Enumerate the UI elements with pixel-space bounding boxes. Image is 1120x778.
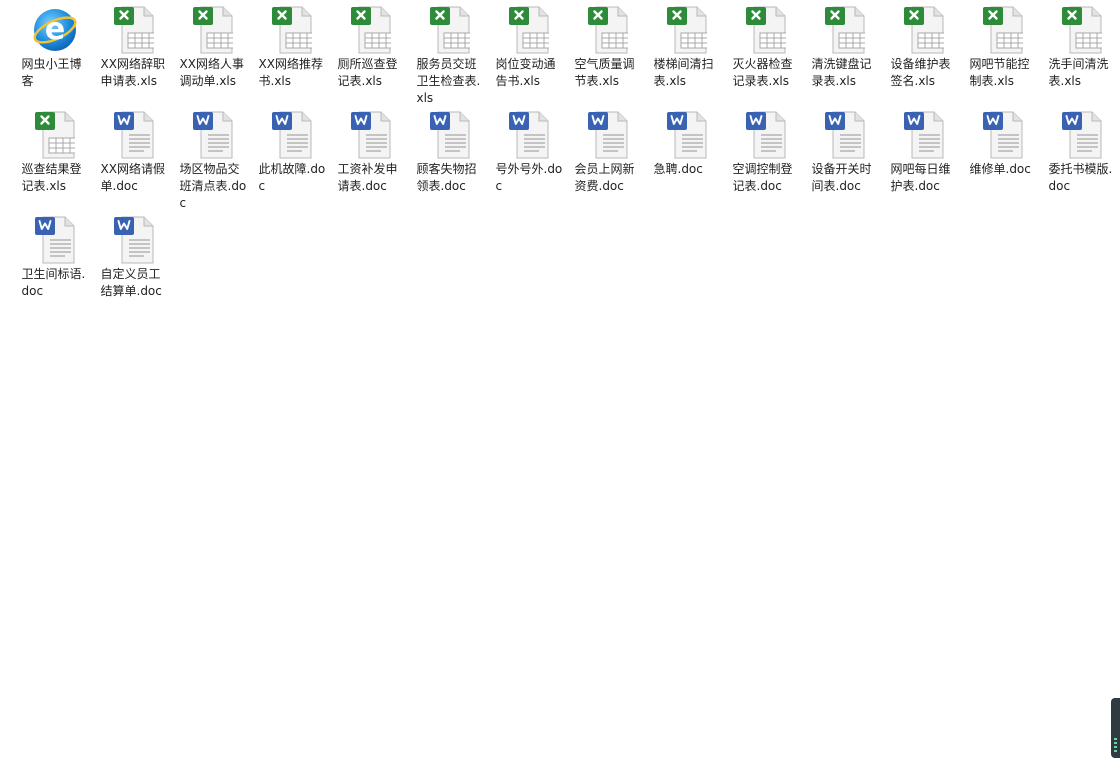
file-item-21[interactable]: 会员上网新资费.doc (568, 111, 647, 216)
file-item-25[interactable]: 网吧每日维护表.doc (884, 111, 963, 216)
file-item-29[interactable]: 自定义员工结算单.doc (94, 216, 173, 321)
file-item-19[interactable]: 顾客失物招领表.doc (410, 111, 489, 216)
excel-file-icon (587, 6, 628, 54)
file-item-24[interactable]: 设备开关时间表.doc (805, 111, 884, 216)
word-file-icon (745, 111, 786, 159)
word-file-icon (429, 111, 470, 159)
word-file-icon (666, 111, 707, 159)
file-name-label: 岗位变动通告书.xls (495, 57, 556, 88)
file-name-label: 网虫小王博客 (21, 57, 82, 88)
file-item-6[interactable]: 岗位变动通告书.xls (489, 6, 568, 111)
file-name-label: XX网络人事调动单.xls (179, 57, 244, 88)
file-item-11[interactable]: 设备维护表签名.xls (884, 6, 963, 111)
file-name-label: 委托书模版.doc (1048, 162, 1113, 193)
file-item-22[interactable]: 急聘.doc (647, 111, 726, 216)
file-item-1[interactable]: XX网络辞职申请表.xls (94, 6, 173, 111)
excel-file-icon (666, 6, 707, 54)
file-name-label: 设备开关时间表.doc (811, 162, 872, 193)
word-file-icon (982, 111, 1023, 159)
file-name-label: 自定义员工结算单.doc (100, 267, 162, 298)
file-name-label: 服务员交班卫生检查表.xls (416, 57, 481, 105)
excel-file-icon (350, 6, 391, 54)
file-item-26[interactable]: 维修单.doc (963, 111, 1042, 216)
file-name-label: 网吧每日维护表.doc (890, 162, 951, 193)
file-name-label: XX网络请假单.doc (100, 162, 165, 193)
excel-file-icon (982, 6, 1023, 54)
file-item-9[interactable]: 灭火器检查记录表.xls (726, 6, 805, 111)
excel-file-icon (271, 6, 312, 54)
file-item-23[interactable]: 空调控制登记表.doc (726, 111, 805, 216)
file-name-label: 顾客失物招领表.doc (416, 162, 477, 193)
internet-explorer-icon: e (32, 6, 78, 54)
file-name-label: 场区物品交班清点表.doc (179, 162, 247, 210)
file-name-label: 卫生间标语.doc (21, 267, 86, 298)
file-item-12[interactable]: 网吧节能控制表.xls (963, 6, 1042, 111)
file-item-0[interactable]: e 网虫小王博客 (15, 6, 94, 111)
word-file-icon (271, 111, 312, 159)
file-name-label: XX网络辞职申请表.xls (100, 57, 165, 88)
file-item-15[interactable]: XX网络请假单.doc (94, 111, 173, 216)
word-file-icon (903, 111, 944, 159)
word-file-icon (350, 111, 391, 159)
excel-file-icon (429, 6, 470, 54)
word-file-icon (34, 216, 75, 264)
excel-file-icon (34, 111, 75, 159)
file-name-label: 清洗键盘记录表.xls (811, 57, 872, 88)
file-name-label: 空气质量调节表.xls (574, 57, 635, 88)
word-file-icon (824, 111, 865, 159)
file-item-27[interactable]: 委托书模版.doc (1042, 111, 1120, 216)
file-name-label: 空调控制登记表.doc (732, 162, 793, 193)
word-file-icon (1061, 111, 1102, 159)
file-item-16[interactable]: 场区物品交班清点表.doc (173, 111, 252, 216)
file-name-label: 号外号外.doc (495, 162, 563, 193)
file-name-label: 此机故障.doc (258, 162, 326, 193)
file-name-label: 厕所巡查登记表.xls (337, 57, 398, 88)
file-item-5[interactable]: 服务员交班卫生检查表.xls (410, 6, 489, 111)
file-name-label: 巡查结果登记表.xls (21, 162, 82, 193)
file-item-28[interactable]: 卫生间标语.doc (15, 216, 94, 321)
file-grid: e 网虫小王博客 XX网络辞职申请表.xls XX网络人事调动单.xls XX网… (15, 6, 1120, 321)
excel-file-icon (113, 6, 154, 54)
file-name-label: 洗手间清洗表.xls (1048, 57, 1109, 88)
file-name-label: 网吧节能控制表.xls (969, 57, 1030, 88)
excel-file-icon (824, 6, 865, 54)
file-name-label: XX网络推荐书.xls (258, 57, 323, 88)
file-item-3[interactable]: XX网络推荐书.xls (252, 6, 331, 111)
word-file-icon (192, 111, 233, 159)
file-item-7[interactable]: 空气质量调节表.xls (568, 6, 647, 111)
file-item-2[interactable]: XX网络人事调动单.xls (173, 6, 252, 111)
word-file-icon (587, 111, 628, 159)
file-name-label: 楼梯间清扫表.xls (653, 57, 714, 88)
excel-file-icon (192, 6, 233, 54)
file-name-label: 设备维护表签名.xls (890, 57, 951, 88)
file-item-13[interactable]: 洗手间清洗表.xls (1042, 6, 1120, 111)
scrollbar-handle[interactable] (1111, 698, 1120, 758)
excel-file-icon (1061, 6, 1102, 54)
word-file-icon (508, 111, 549, 159)
excel-file-icon (745, 6, 786, 54)
file-item-18[interactable]: 工资补发申请表.doc (331, 111, 410, 216)
file-item-8[interactable]: 楼梯间清扫表.xls (647, 6, 726, 111)
file-explorer-view: e 网虫小王博客 XX网络辞职申请表.xls XX网络人事调动单.xls XX网… (0, 0, 1120, 778)
file-name-label: 急聘.doc (653, 162, 703, 176)
file-item-10[interactable]: 清洗键盘记录表.xls (805, 6, 884, 111)
file-name-label: 会员上网新资费.doc (574, 162, 635, 193)
word-file-icon (113, 216, 154, 264)
file-item-20[interactable]: 号外号外.doc (489, 111, 568, 216)
file-item-14[interactable]: 巡查结果登记表.xls (15, 111, 94, 216)
file-name-label: 维修单.doc (969, 162, 1031, 176)
file-item-4[interactable]: 厕所巡查登记表.xls (331, 6, 410, 111)
file-name-label: 灭火器检查记录表.xls (732, 57, 793, 88)
file-name-label: 工资补发申请表.doc (337, 162, 398, 193)
scrollbar-grip-icon (1114, 738, 1117, 752)
file-item-17[interactable]: 此机故障.doc (252, 111, 331, 216)
svg-text:e: e (44, 12, 64, 47)
excel-file-icon (508, 6, 549, 54)
excel-file-icon (903, 6, 944, 54)
word-file-icon (113, 111, 154, 159)
